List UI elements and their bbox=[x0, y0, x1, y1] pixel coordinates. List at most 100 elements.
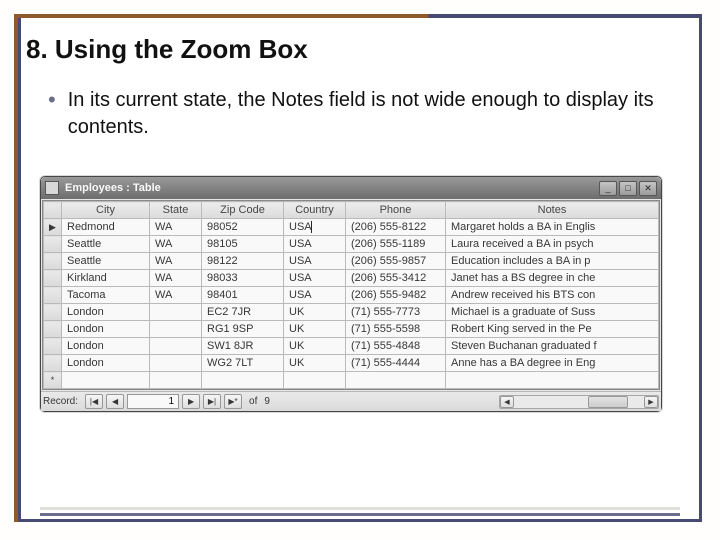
col-city[interactable]: City bbox=[62, 202, 150, 219]
cell-city[interactable]: London bbox=[62, 321, 150, 338]
col-notes[interactable]: Notes bbox=[446, 202, 659, 219]
cell-state[interactable] bbox=[150, 338, 202, 355]
row-selector[interactable] bbox=[44, 270, 62, 287]
nav-last-button[interactable]: ▶| bbox=[203, 394, 221, 409]
cell-zip[interactable]: WG2 7LT bbox=[202, 355, 284, 372]
table-row[interactable]: SeattleWA98105USA(206) 555-1189Laura rec… bbox=[44, 236, 659, 253]
table[interactable]: City State Zip Code Country Phone Notes … bbox=[43, 201, 659, 389]
table-row[interactable]: KirklandWA98033USA(206) 555-3412Janet ha… bbox=[44, 270, 659, 287]
cell-country[interactable] bbox=[284, 372, 346, 389]
close-button[interactable]: ✕ bbox=[639, 181, 657, 196]
nav-new-button[interactable]: ▶* bbox=[224, 394, 242, 409]
select-all-cell[interactable] bbox=[44, 202, 62, 219]
data-grid[interactable]: City State Zip Code Country Phone Notes … bbox=[42, 200, 660, 390]
cell-phone[interactable]: (206) 555-1189 bbox=[346, 236, 446, 253]
cell-city[interactable]: London bbox=[62, 338, 150, 355]
cell-country[interactable]: USA bbox=[284, 219, 346, 236]
scroll-track[interactable] bbox=[514, 396, 644, 408]
cell-phone[interactable]: (206) 555-3412 bbox=[346, 270, 446, 287]
cell-phone[interactable] bbox=[346, 372, 446, 389]
maximize-button[interactable]: □ bbox=[619, 181, 637, 196]
cell-zip[interactable]: SW1 8JR bbox=[202, 338, 284, 355]
cell-state[interactable] bbox=[150, 355, 202, 372]
cell-phone[interactable]: (71) 555-7773 bbox=[346, 304, 446, 321]
cell-phone[interactable]: (206) 555-9482 bbox=[346, 287, 446, 304]
cell-city[interactable]: Kirkland bbox=[62, 270, 150, 287]
row-selector[interactable] bbox=[44, 253, 62, 270]
cell-state[interactable]: WA bbox=[150, 270, 202, 287]
table-row[interactable]: TacomaWA98401USA(206) 555-9482Andrew rec… bbox=[44, 287, 659, 304]
cell-zip[interactable]: 98122 bbox=[202, 253, 284, 270]
cell-notes[interactable]: Michael is a graduate of Suss bbox=[446, 304, 659, 321]
col-phone[interactable]: Phone bbox=[346, 202, 446, 219]
cell-phone[interactable]: (71) 555-4444 bbox=[346, 355, 446, 372]
cell-city[interactable]: Seattle bbox=[62, 236, 150, 253]
table-row[interactable]: London SW1 8JRUK(71) 555-4848Steven Bucha… bbox=[44, 338, 659, 355]
cell-city[interactable]: Redmond bbox=[62, 219, 150, 236]
cell-notes[interactable]: Education includes a BA in p bbox=[446, 253, 659, 270]
cell-city[interactable]: Tacoma bbox=[62, 287, 150, 304]
cell-zip[interactable]: EC2 7JR bbox=[202, 304, 284, 321]
cell-notes[interactable]: Robert King served in the Pe bbox=[446, 321, 659, 338]
nav-next-button[interactable]: ▶ bbox=[182, 394, 200, 409]
table-row-new[interactable]: * bbox=[44, 372, 659, 389]
table-row[interactable]: London WG2 7LTUK(71) 555-4444Anne has a B… bbox=[44, 355, 659, 372]
col-country[interactable]: Country bbox=[284, 202, 346, 219]
cell-phone[interactable]: (206) 555-8122 bbox=[346, 219, 446, 236]
scroll-right-button[interactable]: ▶ bbox=[644, 396, 658, 408]
cell-country[interactable]: USA bbox=[284, 270, 346, 287]
cell-city[interactable]: London bbox=[62, 304, 150, 321]
cell-zip[interactable]: 98105 bbox=[202, 236, 284, 253]
cell-zip[interactable]: 98033 bbox=[202, 270, 284, 287]
cell-zip[interactable]: RG1 9SP bbox=[202, 321, 284, 338]
cell-state[interactable]: WA bbox=[150, 287, 202, 304]
cell-notes[interactable]: Laura received a BA in psych bbox=[446, 236, 659, 253]
row-selector[interactable] bbox=[44, 304, 62, 321]
nav-first-button[interactable]: |◀ bbox=[85, 394, 103, 409]
cell-notes[interactable]: Margaret holds a BA in Englis bbox=[446, 219, 659, 236]
cell-state[interactable]: WA bbox=[150, 219, 202, 236]
cell-notes[interactable]: Steven Buchanan graduated f bbox=[446, 338, 659, 355]
cell-country[interactable]: UK bbox=[284, 321, 346, 338]
row-selector[interactable] bbox=[44, 355, 62, 372]
cell-state[interactable]: WA bbox=[150, 253, 202, 270]
row-selector[interactable] bbox=[44, 338, 62, 355]
cell-country[interactable]: UK bbox=[284, 304, 346, 321]
cell-city[interactable]: Seattle bbox=[62, 253, 150, 270]
scroll-thumb[interactable] bbox=[588, 396, 628, 408]
row-selector[interactable] bbox=[44, 321, 62, 338]
cell-country[interactable]: USA bbox=[284, 287, 346, 304]
cell-phone[interactable]: (71) 555-5598 bbox=[346, 321, 446, 338]
table-row[interactable]: SeattleWA98122USA(206) 555-9857Education… bbox=[44, 253, 659, 270]
row-selector[interactable]: * bbox=[44, 372, 62, 389]
cell-phone[interactable]: (206) 555-9857 bbox=[346, 253, 446, 270]
table-row[interactable]: London RG1 9SPUK(71) 555-5598Robert King … bbox=[44, 321, 659, 338]
scroll-left-button[interactable]: ◀ bbox=[500, 396, 514, 408]
nav-prev-button[interactable]: ◀ bbox=[106, 394, 124, 409]
cell-state[interactable]: WA bbox=[150, 236, 202, 253]
cell-phone[interactable]: (71) 555-4848 bbox=[346, 338, 446, 355]
cell-zip[interactable]: 98401 bbox=[202, 287, 284, 304]
table-row[interactable]: London EC2 7JRUK(71) 555-7773Michael is a… bbox=[44, 304, 659, 321]
cell-country[interactable]: UK bbox=[284, 355, 346, 372]
cell-zip[interactable]: 98052 bbox=[202, 219, 284, 236]
cell-country[interactable]: UK bbox=[284, 338, 346, 355]
cell-notes[interactable]: Andrew received his BTS con bbox=[446, 287, 659, 304]
minimize-button[interactable]: _ bbox=[599, 181, 617, 196]
window-titlebar[interactable]: Employees : Table _ □ ✕ bbox=[41, 177, 661, 199]
cell-state[interactable] bbox=[150, 372, 202, 389]
cell-notes[interactable]: Janet has a BS degree in che bbox=[446, 270, 659, 287]
cell-city[interactable]: London bbox=[62, 355, 150, 372]
table-row[interactable]: ▶RedmondWA98052USA(206) 555-8122Margaret… bbox=[44, 219, 659, 236]
cell-country[interactable]: USA bbox=[284, 253, 346, 270]
record-number-input[interactable] bbox=[127, 394, 179, 409]
cell-zip[interactable] bbox=[202, 372, 284, 389]
col-zip[interactable]: Zip Code bbox=[202, 202, 284, 219]
cell-notes[interactable]: Anne has a BA degree in Eng bbox=[446, 355, 659, 372]
cell-country[interactable]: USA bbox=[284, 236, 346, 253]
row-selector[interactable] bbox=[44, 236, 62, 253]
col-state[interactable]: State bbox=[150, 202, 202, 219]
cell-state[interactable] bbox=[150, 321, 202, 338]
row-selector[interactable]: ▶ bbox=[44, 219, 62, 236]
cell-state[interactable] bbox=[150, 304, 202, 321]
